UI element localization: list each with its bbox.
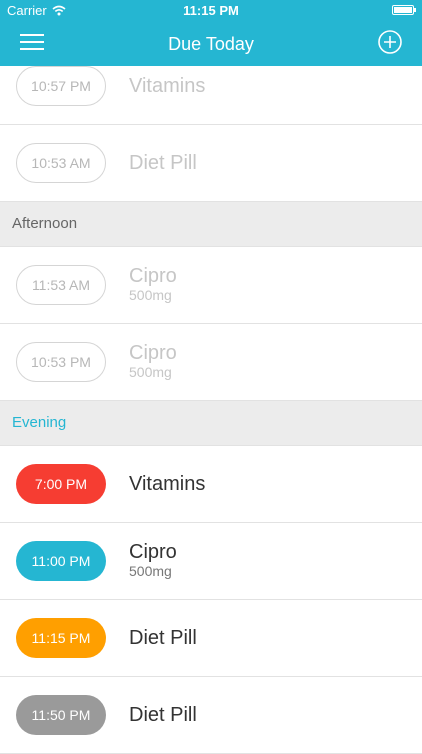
time-pill[interactable]: 11:00 PM bbox=[16, 541, 106, 581]
time-pill[interactable]: 10:57 PM bbox=[16, 66, 106, 106]
medication-dose: 500mg bbox=[129, 287, 172, 303]
list-item[interactable]: 10:53 AM Diet Pill bbox=[0, 125, 422, 202]
page-title: Due Today bbox=[168, 34, 254, 54]
status-bar: Carrier 11:15 PM bbox=[0, 0, 422, 22]
medication-name: Vitamins bbox=[129, 75, 206, 97]
section-header-evening: Evening bbox=[0, 401, 422, 446]
medication-info: Cipro 500mg bbox=[129, 342, 177, 380]
section-header-afternoon: Afternoon bbox=[0, 202, 422, 247]
time-pill[interactable]: 7:00 PM bbox=[16, 464, 106, 504]
time-pill[interactable]: 11:53 AM bbox=[16, 265, 106, 305]
time-pill[interactable]: 11:50 PM bbox=[16, 695, 106, 735]
medication-info: Diet Pill bbox=[129, 704, 197, 727]
medication-name: Cipro bbox=[129, 541, 177, 563]
medication-name: Vitamins bbox=[129, 473, 206, 495]
section-label: Afternoon bbox=[12, 215, 78, 232]
medication-name: Cipro bbox=[129, 265, 177, 287]
list-item[interactable]: 10:53 PM Cipro 500mg bbox=[0, 324, 422, 401]
medication-name: Diet Pill bbox=[129, 704, 197, 726]
time-pill[interactable]: 11:15 PM bbox=[16, 618, 106, 658]
time-pill[interactable]: 10:53 AM bbox=[16, 143, 106, 183]
medication-dose: 500mg bbox=[129, 563, 172, 579]
status-time: 11:15 PM bbox=[183, 3, 239, 18]
medication-name: Cipro bbox=[129, 342, 177, 364]
medication-info: Cipro 500mg bbox=[129, 541, 177, 579]
medication-info: Cipro 500mg bbox=[129, 265, 177, 303]
list-item[interactable]: 11:50 PM Diet Pill bbox=[0, 677, 422, 754]
medication-name: Diet Pill bbox=[129, 627, 197, 649]
medication-dose: 500mg bbox=[129, 364, 172, 380]
medication-info: Diet Pill bbox=[129, 152, 197, 175]
list-item[interactable]: 11:15 PM Diet Pill bbox=[0, 600, 422, 677]
list-item[interactable]: 11:00 PM Cipro 500mg bbox=[0, 523, 422, 600]
medication-info: Vitamins bbox=[129, 473, 205, 496]
battery-icon bbox=[392, 5, 416, 15]
list-item[interactable]: 11:53 AM Cipro 500mg bbox=[0, 247, 422, 324]
navigation-bar: Due Today bbox=[0, 22, 422, 66]
medication-info: Diet Pill bbox=[129, 627, 197, 650]
list-item[interactable]: 7:00 PM Vitamins bbox=[0, 446, 422, 523]
section-label: Evening bbox=[12, 414, 67, 431]
time-pill[interactable]: 10:53 PM bbox=[16, 342, 106, 382]
medication-list: 10:57 PM Vitamins 10:53 AM Diet Pill Aft… bbox=[0, 66, 422, 754]
medication-info: Vitamins bbox=[129, 75, 205, 98]
list-item[interactable]: 10:57 PM Vitamins bbox=[0, 66, 422, 125]
plus-circle-icon[interactable] bbox=[378, 30, 402, 54]
medication-name: Diet Pill bbox=[129, 152, 197, 174]
